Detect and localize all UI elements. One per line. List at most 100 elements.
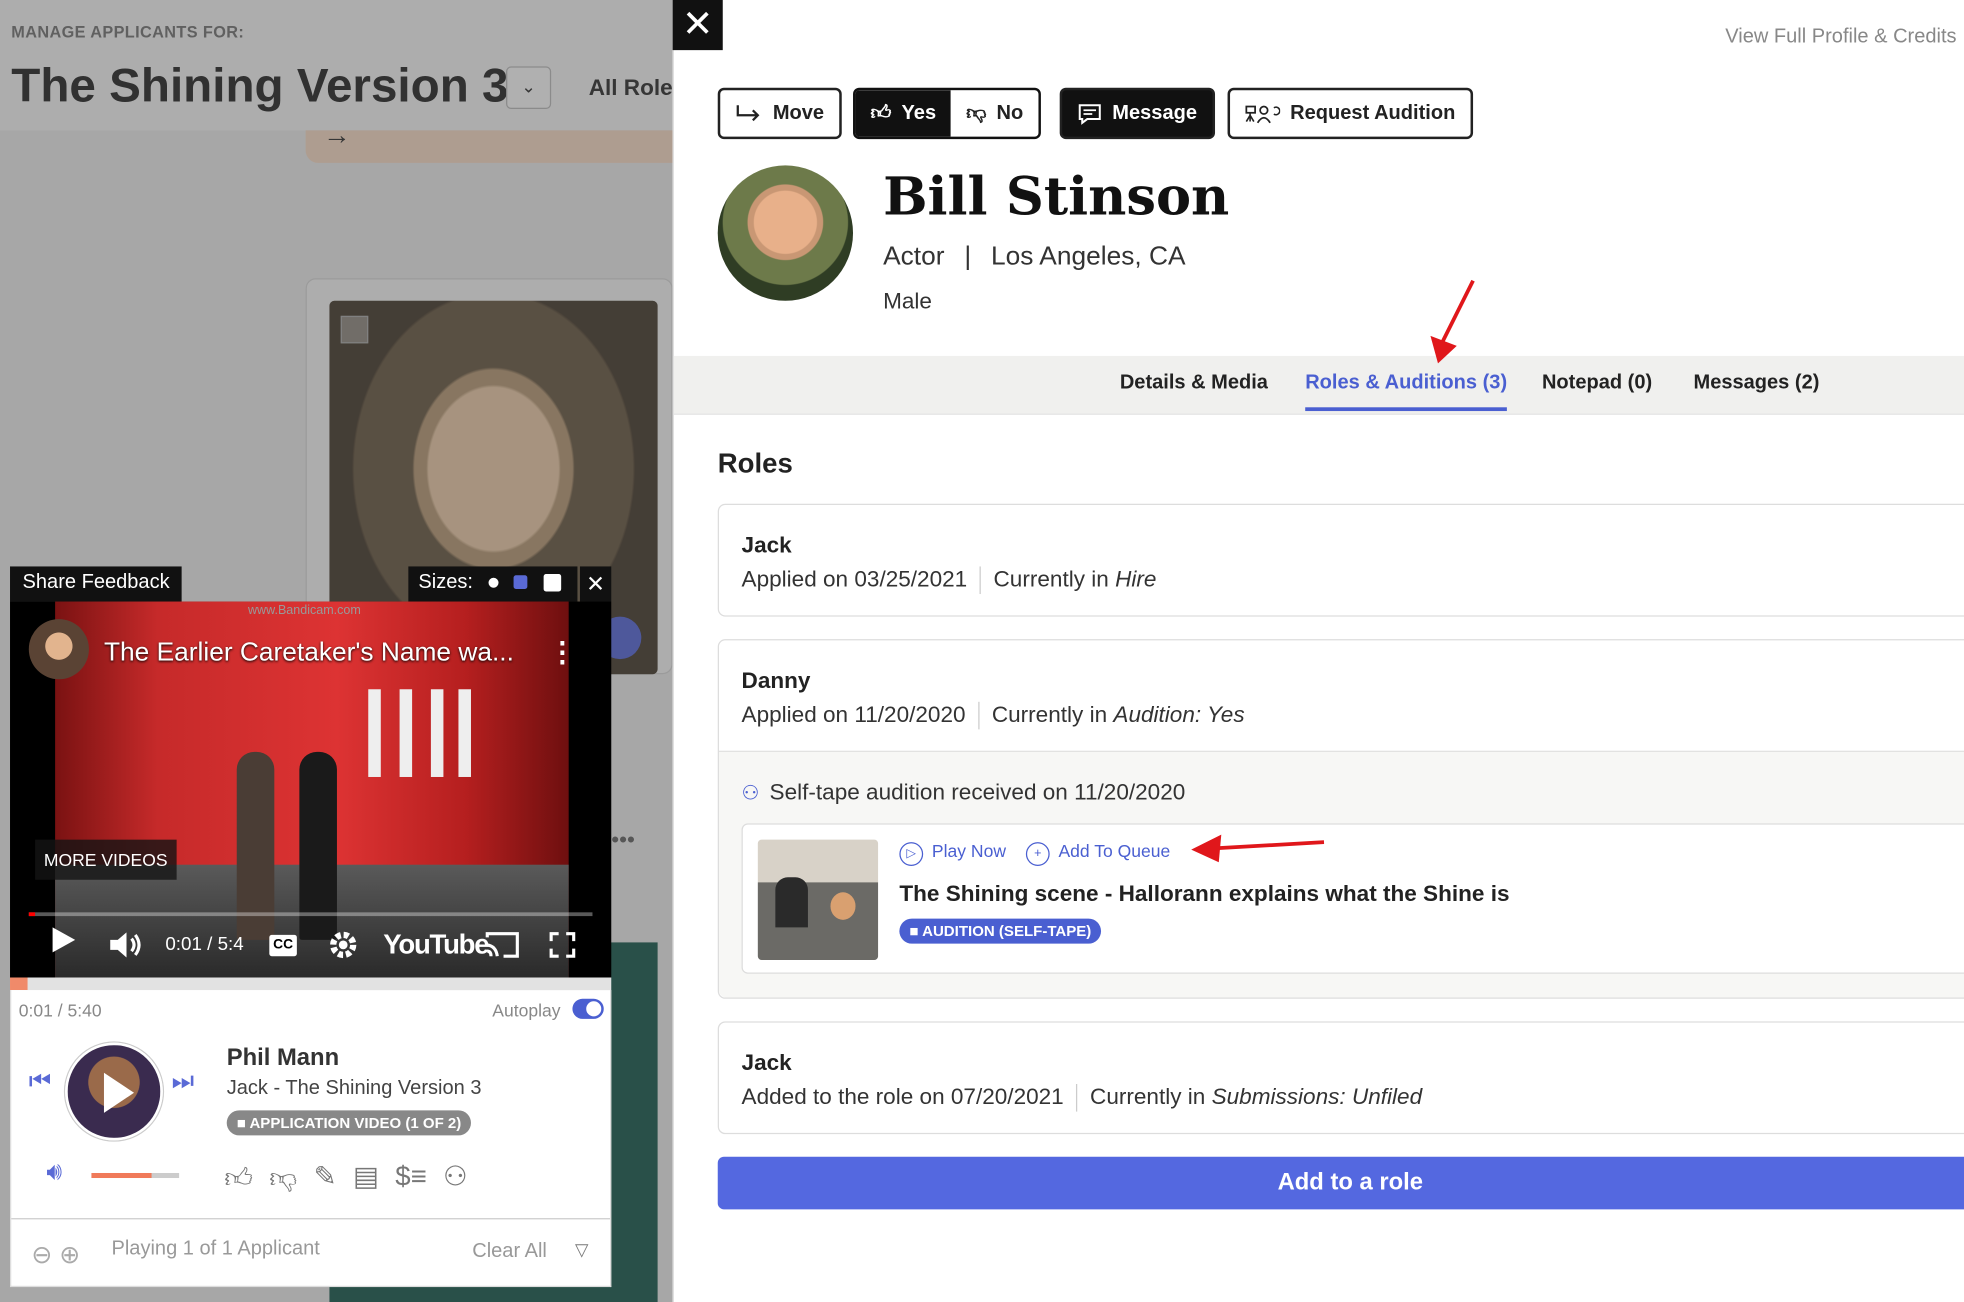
video-progress[interactable] [28,912,593,917]
volume-icon[interactable] [108,930,146,960]
add-to-queue-label: Add To Queue [1058,840,1171,861]
close-player-icon[interactable]: ✕ [579,566,612,602]
size-large-button[interactable] [543,573,562,592]
request-audition-button[interactable]: Request Audition [1227,87,1473,140]
thumbs-down-icon[interactable]: 👎︎ [269,1160,297,1194]
tab-roles-auditions[interactable]: Roles & Auditions (3) [1305,372,1508,412]
player-sizes: Sizes: [408,566,578,602]
rate-icon[interactable]: $≡ [395,1160,426,1194]
thumbs-up-icon[interactable]: 👍︎ [224,1160,253,1194]
tab-notepad[interactable]: Notepad (0) [1542,372,1652,395]
elapsed-time: 0:01 / 5:40 [18,1000,102,1021]
video-camera-icon: ■ [909,922,923,940]
move-button[interactable]: Move [717,87,842,140]
player-panel: 0:01 / 5:40 Autoplay ⏮ ⏭ Phil Mann Jack … [10,990,612,1288]
current-status: Submissions: Unfiled [1211,1084,1423,1110]
request-audition-icon [1245,103,1281,123]
player-footer: ⊖ ⊕ Playing 1 of 1 Applicant Clear All ▽ [11,1218,611,1287]
yes-button[interactable]: 👍︎ Yes [855,90,952,137]
role-name[interactable]: Jack [742,533,792,559]
no-label: No [996,102,1024,124]
applicant-name[interactable]: Phil Mann [227,1045,339,1073]
add-to-role-button[interactable]: Add to a role [717,1156,1964,1210]
self-tape-text: Self-tape audition received on 11/20/202… [769,779,1186,805]
player-scrubber[interactable] [10,977,612,991]
clear-all-button[interactable]: Clear All [472,1241,547,1264]
tab-messages[interactable]: Messages (2) [1694,372,1820,395]
profile-occupation: Actor [883,241,945,271]
applicant-role: Jack - The Shining Version 3 [226,1077,482,1100]
message-icon[interactable]: ▤ [353,1160,379,1194]
close-drawer-icon[interactable]: ✕ [672,0,723,51]
thumbs-down-icon: 👎︎ [966,102,987,125]
request-audition-label: Request Audition [1290,102,1456,124]
audition-section: ⚇ Self-tape audition received on 11/20/20… [718,750,1964,998]
move-label: Move [772,102,825,124]
captions-button[interactable]: CC [269,934,297,957]
playing-status: Playing 1 of 1 Applicant [111,1238,320,1260]
role-status-line: Applied on 03/25/2021 Currently in Hire [742,566,1157,595]
cast-icon[interactable] [484,930,522,960]
queue-nav: ⊖ ⊕ [31,1239,80,1270]
forward-arrow-icon[interactable]: ⊕ [59,1242,80,1270]
applicant-video-thumbnail[interactable] [65,1042,163,1141]
play-circle-icon: ▷ [899,842,924,866]
settings-gear-icon[interactable] [328,930,358,960]
role-status-line: Applied on 11/20/2020 Currently in Auditi… [742,702,1245,730]
applied-date: Added to the role on 07/20/2021 [741,1084,1064,1110]
youtube-logo[interactable]: YouTube [383,929,489,962]
size-medium-button[interactable] [514,575,528,590]
back-arrow-icon[interactable]: ⊖ [31,1242,52,1270]
more-videos-button[interactable]: MORE VIDEOS [35,839,177,880]
move-arrow-icon [735,103,763,123]
tab-details-media[interactable]: Details & Media [1120,372,1268,395]
profile-avatar[interactable] [717,165,854,301]
audition-video-title[interactable]: The Shining scene - Hallorann explains w… [899,881,1509,907]
video-title[interactable]: The Earlier Caretaker's Name wa... [104,638,514,668]
profile-gender: Male [883,288,932,314]
chevron-down-icon[interactable]: ▽ [575,1239,589,1260]
previous-icon[interactable]: ⏮ [29,1068,52,1097]
size-small-button[interactable] [488,577,499,588]
current-status: Hire [1115,566,1157,592]
mini-player: Share Feedback Sizes: ✕ www.Bandicam.com… [10,566,612,1288]
profile-name: Bill Stinson [883,165,1230,227]
yes-label: Yes [901,102,937,124]
youtube-embed[interactable]: www.Bandicam.com The Earlier Caretaker's… [10,601,612,978]
role-card: Jack Applied on 03/25/2021 Currently in H… [717,503,1964,617]
autoplay-toggle[interactable] [572,998,604,1019]
channel-avatar[interactable] [28,619,89,680]
audition-video-thumbnail[interactable] [757,839,879,960]
message-icon [1077,102,1102,125]
yes-no-group: 👍︎ Yes 👎︎ No [853,87,1041,140]
edit-note-icon[interactable]: ✎ [314,1160,337,1194]
plus-circle-icon: + [1025,842,1050,866]
role-name[interactable]: Danny [742,668,811,694]
video-time: 0:01 / 5:4 [165,933,244,955]
role-card: Jack Added to the role on 07/20/2021 Curr… [717,1021,1964,1135]
play-icon[interactable] [50,925,78,955]
role-name[interactable]: Jack [742,1050,792,1076]
request-audition-icon[interactable]: ⚇ [443,1160,468,1194]
view-full-profile-link[interactable]: View Full Profile & Credits [1725,26,1956,49]
audition-video-card: ▷ Play Now + Add To Queue The Shining scen… [741,823,1964,974]
currently-label: Currently in [1090,1084,1206,1110]
self-tape-line: ⚇ Self-tape audition received on 11/20/20… [742,779,1186,805]
kebab-menu-icon[interactable]: ⋮ [549,637,577,670]
audition-badge: ■ AUDITION (SELF-TAPE) [899,918,1102,944]
fullscreen-icon[interactable] [549,931,577,959]
share-feedback-button[interactable]: Share Feedback [10,566,183,602]
message-button[interactable]: Message [1059,87,1215,140]
volume-slider[interactable] [91,1172,180,1179]
annotation-arrow-down-icon [1430,279,1475,364]
role-card: Danny Applied on 11/20/2020 Currently in … [717,639,1964,999]
roles-heading: Roles [717,447,793,479]
thumbs-up-icon: 👍︎ [870,102,892,125]
no-button[interactable]: 👎︎ No [951,90,1039,137]
add-to-queue-link[interactable]: + Add To Queue [1025,840,1171,866]
watermark: www.Bandicam.com [248,604,361,618]
next-icon[interactable]: ⏭ [172,1068,195,1097]
currently-label: Currently in [993,566,1109,592]
volume-icon[interactable]: 🔊︎ [46,1158,62,1187]
play-now-link[interactable]: ▷ Play Now [899,841,1006,866]
